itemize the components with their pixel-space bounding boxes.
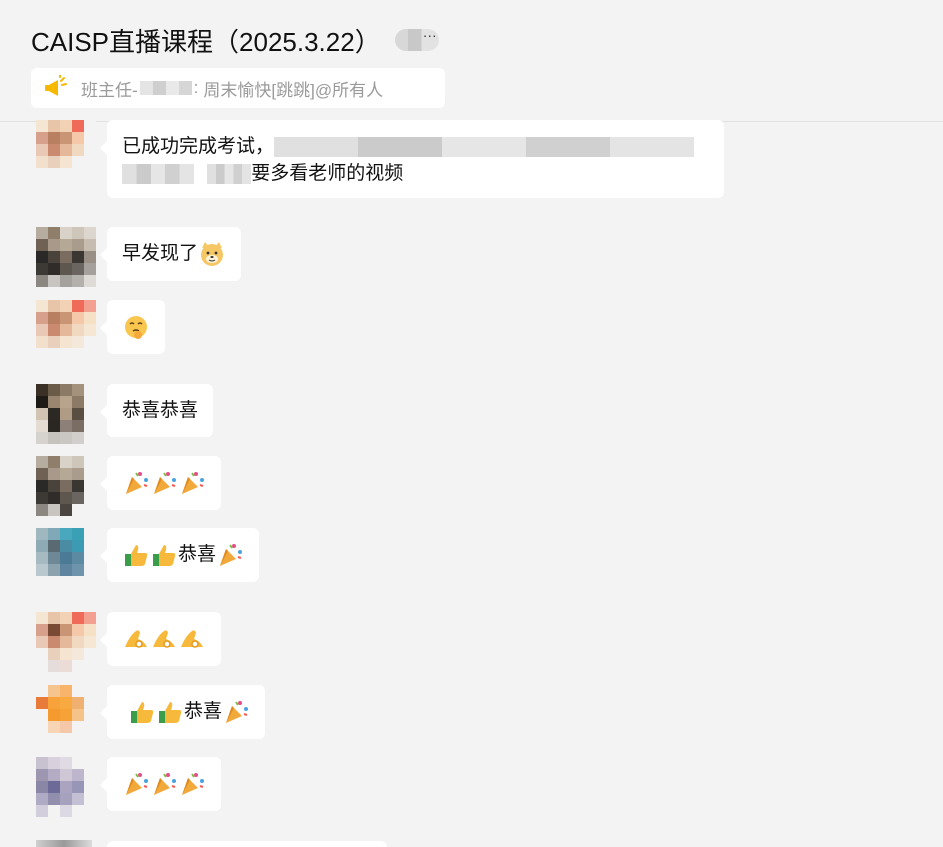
message-text: 恭喜 — [184, 701, 223, 723]
avatar[interactable] — [36, 528, 96, 588]
avatar[interactable] — [36, 757, 96, 817]
chat-title: CAISP直播课程（2025.3.22） — [31, 26, 381, 57]
announcement-sender-prefix: 班主任- — [81, 80, 138, 100]
message-row — [36, 612, 221, 672]
message-bubble[interactable] — [100, 757, 221, 811]
thumbs-up-icon — [156, 698, 184, 726]
message-row: 恭喜 — [36, 528, 260, 588]
message-bubble[interactable]: 早发现了 — [99, 227, 242, 281]
party-popper-icon — [122, 770, 150, 798]
message-text: 早发现了 — [122, 243, 199, 265]
party-popper-icon — [122, 469, 150, 497]
message-row: 恭喜恭喜 — [36, 384, 214, 444]
message-text: 恭喜恭喜 — [122, 400, 199, 421]
party-popper-icon — [150, 469, 178, 497]
party-popper-icon — [150, 770, 178, 798]
avatar[interactable] — [36, 685, 96, 745]
avatar[interactable] — [36, 456, 96, 516]
redacted-text — [122, 163, 194, 184]
avatar[interactable] — [36, 300, 96, 360]
party-popper-icon — [222, 698, 250, 726]
message-bubble[interactable] — [100, 612, 221, 666]
message-text: 恭喜 — [178, 544, 217, 566]
ok-hand-icon — [122, 625, 150, 653]
avatar[interactable] — [36, 120, 96, 180]
avatar[interactable] — [36, 227, 96, 287]
message-bubble[interactable] — [100, 300, 165, 354]
thumbs-up-icon — [150, 541, 178, 569]
thinking-emoji-icon — [122, 313, 150, 341]
ok-hand-icon — [178, 625, 206, 653]
avatar[interactable] — [36, 384, 96, 444]
message-bubble[interactable]: 恭喜 — [99, 685, 266, 739]
avatar[interactable] — [36, 840, 92, 847]
message-text: 要多看老师的视频 — [251, 163, 404, 184]
more-icon[interactable]: ··· — [423, 27, 437, 43]
message-bubble[interactable]: 已成功完成考试， 要多看老师的视频 — [100, 120, 724, 198]
redacted-name — [139, 81, 192, 95]
message-bubble[interactable]: 恭喜 — [99, 528, 260, 582]
message-text: 已成功完成考试， — [122, 136, 275, 157]
avatar[interactable] — [36, 612, 96, 672]
message-bubble[interactable]: 恭喜恭喜 — [99, 384, 214, 437]
message-row — [36, 757, 221, 817]
title-row: CAISP直播课程（2025.3.22） ··· — [31, 20, 439, 60]
message-row: 早发现了 — [36, 227, 242, 287]
announcement-bar[interactable]: 班主任- : 周末愉快[跳跳]@所有人 — [31, 68, 445, 108]
chat-header: CAISP直播课程（2025.3.22） ··· 班主任- : 周末愉快[跳跳]… — [0, 0, 943, 122]
message-row: 已成功完成考试， 要多看老师的视频 — [36, 120, 724, 198]
message-row — [36, 456, 221, 516]
party-popper-icon — [216, 541, 244, 569]
party-popper-icon — [178, 770, 206, 798]
party-popper-icon — [178, 469, 206, 497]
thumbs-up-icon — [128, 698, 156, 726]
message-row — [36, 300, 165, 360]
message-row: 恭喜 — [36, 685, 266, 745]
message-bubble[interactable] — [100, 456, 221, 510]
thumbs-up-icon — [122, 541, 150, 569]
redacted-text — [207, 163, 252, 184]
megaphone-icon — [45, 75, 67, 96]
member-avatars[interactable]: ··· — [394, 27, 439, 51]
ok-hand-icon — [150, 625, 178, 653]
announcement-sender-suffix: : — [193, 78, 199, 97]
redacted-text — [274, 136, 695, 157]
announcement-text: 周末愉快[跳跳]@所有人 — [203, 80, 384, 100]
doge-emoji-icon — [198, 240, 226, 268]
message-bubble[interactable] — [107, 841, 387, 847]
